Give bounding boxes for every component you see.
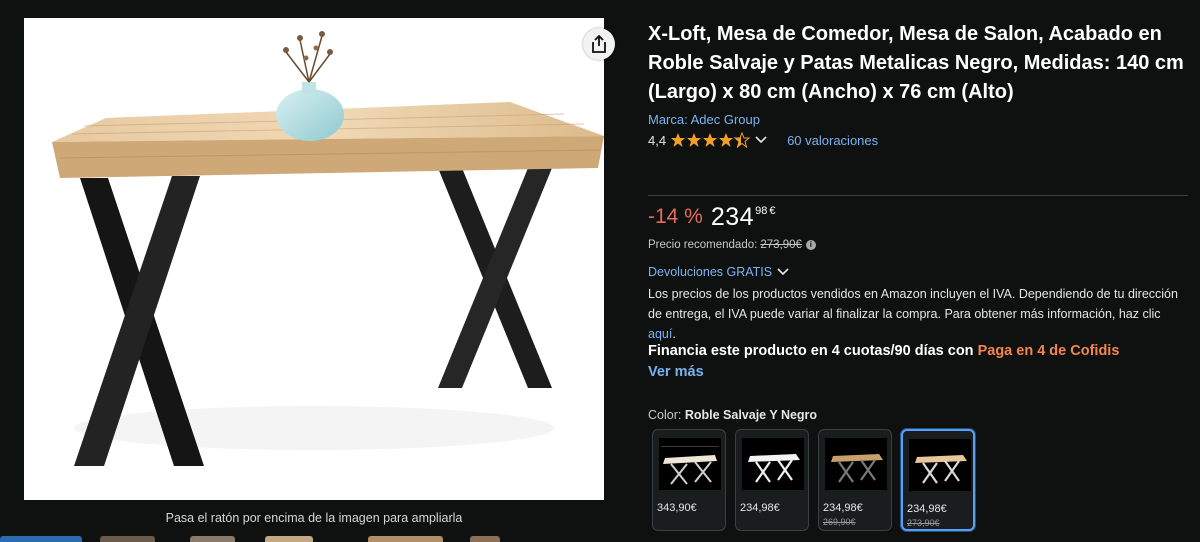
vat-text: Los precios de los productos vendidos en… (648, 287, 1178, 321)
financing-text: Financia este producto en 4 cuotas/90 dí… (648, 343, 978, 359)
star-rating[interactable] (670, 132, 751, 148)
info-icon[interactable]: i (805, 240, 816, 250)
price-row: -14 % 234 98 € (648, 203, 775, 231)
recommended-price: Precio recomendado: 273,90€ i (648, 239, 816, 251)
color-swatch[interactable]: 234,98€ 269,90€ (818, 429, 892, 531)
financing-offer: Financia este producto en 4 cuotas/90 dí… (648, 343, 1119, 359)
vat-notice: Los precios de los productos vendidos en… (648, 284, 1188, 344)
image-hover-hint: Pasa el ratón por encima de la imagen pa… (165, 511, 463, 525)
vat-end: . (672, 327, 676, 341)
color-selector-label: Color: Roble Salvaje Y Negro (648, 408, 817, 422)
selected-color: Roble Salvaje Y Negro (684, 408, 818, 422)
color-swatch[interactable]: 343,90€ (652, 429, 726, 531)
price-currency: € (769, 205, 776, 217)
see-more-link[interactable]: Ver más (648, 364, 704, 380)
discount-badge: -14 % (648, 205, 703, 228)
swatch-price: 234,98€ (907, 503, 947, 515)
price-whole: 234 (710, 203, 755, 231)
swatch-image (825, 438, 887, 490)
swatch-old-price: 273,90€ (907, 518, 940, 528)
color-swatch[interactable]: 234,98€ (735, 429, 809, 531)
swatch-price: 234,98€ (740, 502, 780, 514)
returns-label: Devoluciones GRATIS (648, 265, 773, 279)
color-swatches: 343,90€ 234,98€ 234,98€ 269,90€ 234,98€ … (652, 429, 975, 531)
thumbnail-strip[interactable] (0, 536, 620, 542)
cofidis-link[interactable]: Paga en 4 de Cofidis (978, 343, 1120, 359)
vat-here-link[interactable]: aquí (648, 327, 672, 341)
color-swatch-selected[interactable]: 234,98€ 273,90€ (901, 429, 975, 531)
chevron-down-icon (777, 268, 789, 276)
free-returns-link[interactable]: Devoluciones GRATIS (648, 265, 789, 279)
swatch-price: 343,90€ (657, 502, 697, 514)
rrp-value: 273,90€ (760, 239, 802, 251)
share-icon (592, 35, 606, 53)
swatch-image (742, 438, 804, 490)
swatch-image (909, 439, 971, 491)
swatch-price: 234,98€ (823, 502, 863, 514)
rating-value: 4,4 (648, 132, 667, 148)
share-button[interactable] (583, 28, 615, 60)
swatch-old-price: 269,90€ (823, 517, 856, 527)
stars-icon (671, 132, 751, 148)
section-divider (648, 195, 1188, 196)
product-info: X-Loft, Mesa de Comedor, Mesa de Salon, … (648, 20, 1188, 150)
rating-row: 4,4 60 valoraciones (648, 130, 1188, 150)
swatch-image (659, 438, 721, 490)
dining-table-illustration (52, 31, 604, 466)
product-image[interactable] (24, 18, 604, 500)
color-label: Color: (648, 408, 682, 422)
price-fraction: 98 (755, 205, 768, 217)
product-title: X-Loft, Mesa de Comedor, Mesa de Salon, … (648, 23, 1184, 103)
rating-chevron-icon[interactable] (755, 136, 767, 144)
ratings-count-link[interactable]: 60 valoraciones (787, 133, 878, 148)
rrp-label: Precio recomendado: (648, 239, 758, 251)
brand-link[interactable]: Marca: Adec Group (648, 112, 1188, 127)
